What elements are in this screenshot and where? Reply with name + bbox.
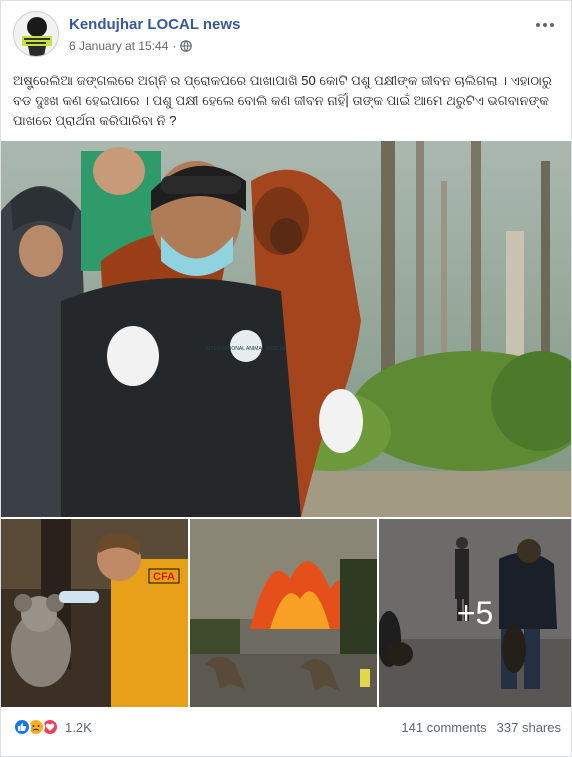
photo-thumb-kangaroos-image: [190, 519, 377, 707]
engagement-stats: 141 comments 337 shares: [401, 720, 561, 735]
post-body-text: ଅଷ୍ଟ୍ରେଲିଆ ଜଙ୍ଗଲରେ ଅଗ୍ନି ର ପ୍ରୋକପରେ ପାଖା…: [13, 73, 552, 128]
more-photos-overlay: +5: [379, 519, 571, 707]
comments-count-link[interactable]: 141 comments: [401, 720, 486, 735]
facebook-post: Kendujhar LOCAL news 6 January at 15:44 …: [0, 0, 572, 757]
page-logo-icon: [14, 12, 58, 56]
photo-thumb-koala[interactable]: CFA: [1, 519, 188, 707]
globe-icon[interactable]: [180, 40, 193, 52]
main-photo-image: INTERNATIONAL ANIMAL RESCUE: [1, 141, 571, 517]
more-options-icon[interactable]: [533, 17, 557, 33]
meta-separator: ·: [172, 39, 177, 53]
post-header: Kendujhar LOCAL news 6 January at 15:44 …: [13, 11, 561, 61]
jacket-label-text: CFA: [153, 571, 175, 583]
shares-count-link[interactable]: 337 shares: [497, 720, 561, 735]
reactions-summary[interactable]: 1.2K: [13, 718, 92, 736]
like-icon: [13, 718, 31, 736]
photo-thumb-smoke[interactable]: +5: [379, 519, 571, 707]
post-timestamp[interactable]: 6 January at 15:44: [69, 39, 168, 53]
photo-thumb-koala-image: CFA: [1, 519, 188, 707]
reaction-count: 1.2K: [65, 719, 92, 735]
page-avatar[interactable]: [13, 11, 59, 57]
post-footer: 1.2K 141 comments 337 shares: [13, 715, 561, 739]
photo-thumb-kangaroos[interactable]: [190, 519, 377, 707]
page-name-link[interactable]: Kendujhar LOCAL news: [69, 16, 240, 33]
shirt-logo-text: INTERNATIONAL ANIMAL RESCUE: [205, 346, 287, 352]
main-photo-rescuer-orangutan[interactable]: INTERNATIONAL ANIMAL RESCUE: [1, 141, 571, 517]
post-meta: 6 January at 15:44 ·: [69, 39, 193, 53]
